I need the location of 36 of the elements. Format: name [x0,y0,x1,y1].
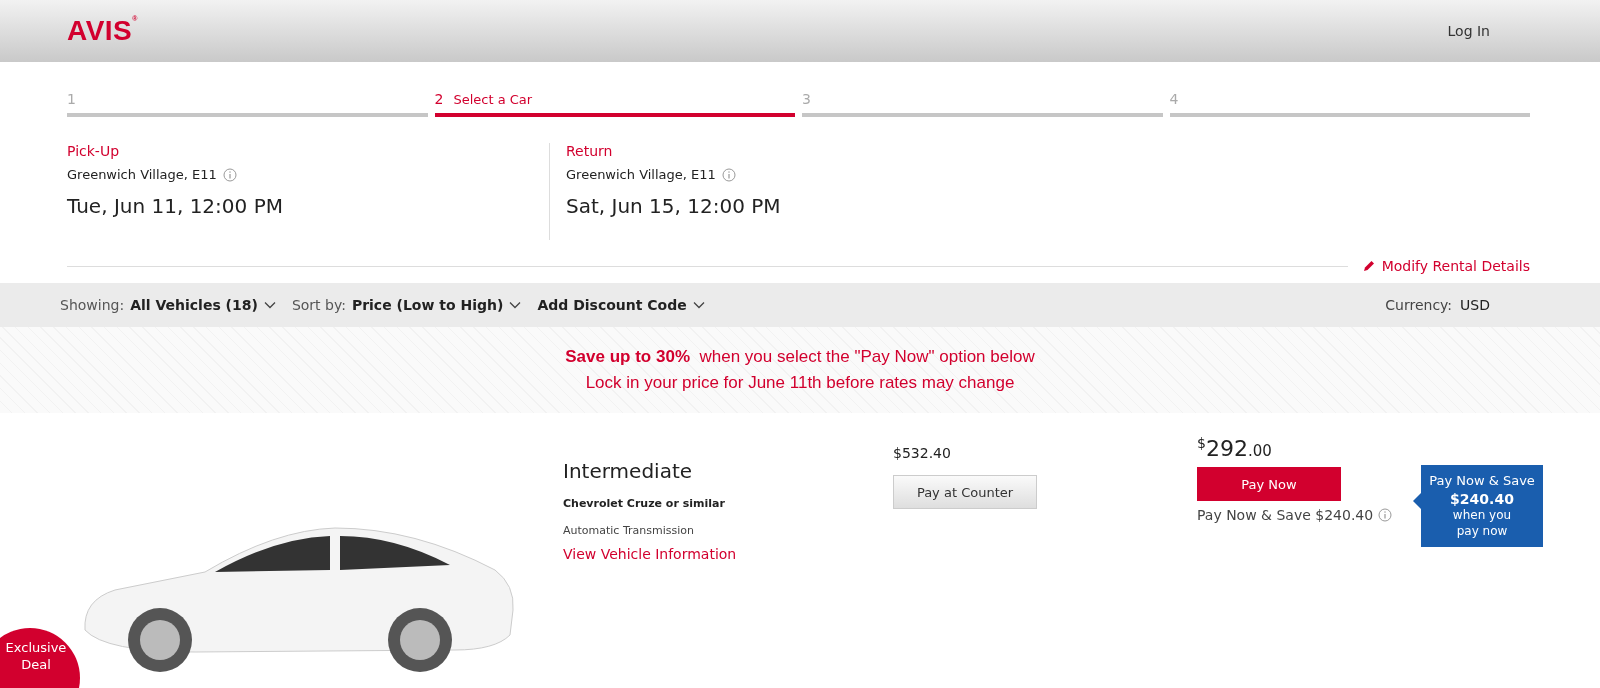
vehicle-model: Chevrolet Cruze or similar [563,497,726,510]
currency-label: Currency: [1385,297,1453,313]
promo-text: Save up to 30% when you select the "Pay Now" option below [565,347,1035,367]
tag-pointer-icon [1413,493,1421,509]
info-icon[interactable] [721,167,736,182]
pay-now-price: $^{$}$292.00 [1197,435,1273,462]
datetime-text: Sat, Jun 15, 12:00 PM [566,194,782,218]
modify-link[interactable]: Modify Rental Details [1361,258,1530,274]
location-text: Greenwich Village, E11 [566,167,716,182]
leg-heading: Return [566,143,614,159]
counter-price: $532.40 [893,445,952,461]
currency-value[interactable]: USD [1460,297,1490,313]
transmission-text: Automatic Transmission [563,524,695,537]
pay-now-button[interactable]: Pay Now [1197,467,1341,502]
savings-text: Pay Now & Save $240.40 [1197,507,1374,524]
progress-step[interactable]: 2 Select a Car [434,91,795,117]
login-link[interactable]: Log In [1447,23,1490,39]
exclusive-deal-badge: Exclusive Deal [0,628,80,688]
location-text: Greenwich Village, E11 [67,167,217,182]
datetime-text: Tue, Jun 11, 12:00 PM [67,194,284,218]
pay-at-counter-button[interactable]: Pay at Counter [893,475,1037,509]
avis-logo[interactable]: AVIS$^{®}$ [67,15,138,47]
pencil-icon [1361,259,1376,273]
chevron-down-icon [509,301,522,309]
chevron-down-icon [263,301,276,309]
chevron-down-icon [692,301,705,309]
filter-dropdown[interactable]: Sort by: Price (Low to High) [291,297,522,313]
info-icon[interactable] [222,167,237,182]
savings-tag: Pay Now & Save $240.40 when you pay now [1421,465,1543,547]
vehicle-info-link[interactable]: View Vehicle Information [563,546,893,562]
info-icon[interactable] [1378,508,1393,523]
leg-heading: Pick-Up [67,143,120,159]
promo-text: Lock in your price for June 11th before rates may change [585,373,1015,393]
filter-dropdown[interactable]: Add Discount Code [537,297,705,313]
vehicle-class: Intermediate [563,459,694,483]
filter-dropdown[interactable]: Showing: All Vehicles (18) [60,297,276,313]
